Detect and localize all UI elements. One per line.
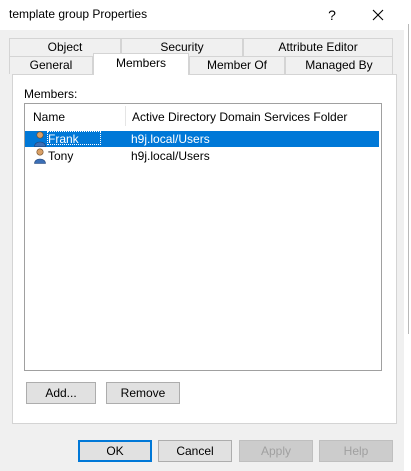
tab-label: Security xyxy=(160,40,204,54)
member-folder: h9j.local/Users xyxy=(131,149,210,163)
tab-label: Members xyxy=(115,56,166,70)
member-name: Frank xyxy=(48,132,79,146)
members-list[interactable]: Name Active Directory Domain Services Fo… xyxy=(24,103,382,371)
help-button[interactable]: Help xyxy=(319,440,393,462)
close-button[interactable] xyxy=(360,0,396,30)
cancel-button[interactable]: Cancel xyxy=(158,440,232,462)
title-bar: template group Properties ? xyxy=(0,0,404,30)
tab-label: Attribute Editor xyxy=(278,40,358,54)
window-edge xyxy=(404,0,411,471)
tab-members[interactable]: Members xyxy=(93,53,189,75)
edge-line xyxy=(408,24,409,334)
members-label: Members: xyxy=(24,87,78,101)
add-button[interactable]: Add... xyxy=(26,382,96,404)
tab-member-of[interactable]: Member Of xyxy=(189,56,285,74)
tab-label: Managed By xyxy=(305,58,373,72)
apply-button[interactable]: Apply xyxy=(239,440,313,462)
close-icon xyxy=(372,9,384,21)
ok-button[interactable]: OK xyxy=(78,440,152,462)
help-title-button[interactable]: ? xyxy=(318,0,346,30)
properties-dialog: template group Properties ? Object Secur… xyxy=(0,0,404,471)
window-title: template group Properties xyxy=(9,7,148,21)
tab-general[interactable]: General xyxy=(9,56,93,74)
user-icon xyxy=(34,131,46,147)
remove-button[interactable]: Remove xyxy=(106,382,180,404)
column-header-name[interactable]: Name xyxy=(33,104,65,126)
help-icon: ? xyxy=(328,7,336,23)
list-header: Name Active Directory Domain Services Fo… xyxy=(25,104,381,126)
tab-managed-by[interactable]: Managed By xyxy=(285,56,393,74)
tab-label: General xyxy=(29,58,73,72)
member-name: Tony xyxy=(48,149,74,163)
tab-strip: Object Security Attribute Editor General… xyxy=(0,30,404,80)
tab-label: Member Of xyxy=(206,58,267,72)
column-separator[interactable] xyxy=(125,106,126,126)
list-item[interactable]: Frank h9j.local/Users xyxy=(25,131,379,147)
tab-label: Object xyxy=(47,40,83,54)
member-folder: h9j.local/Users xyxy=(131,132,210,146)
user-icon xyxy=(34,148,46,164)
tab-attribute-editor[interactable]: Attribute Editor xyxy=(243,38,393,56)
column-header-folder[interactable]: Active Directory Domain Services Folder xyxy=(132,104,347,126)
list-item[interactable]: Tony h9j.local/Users xyxy=(25,148,379,164)
